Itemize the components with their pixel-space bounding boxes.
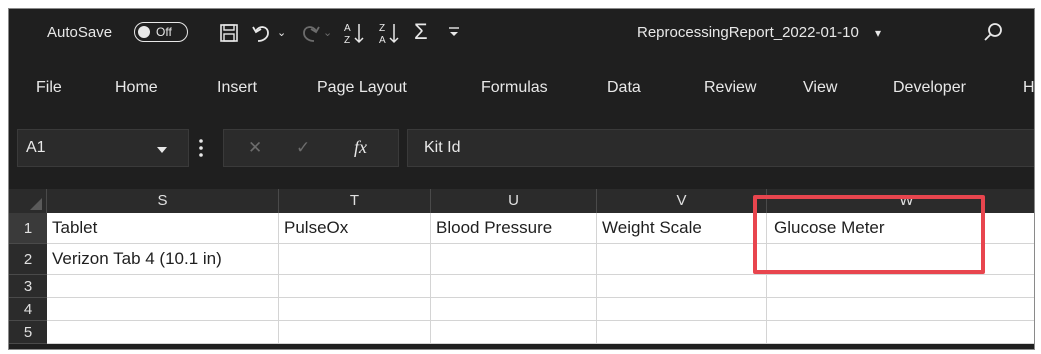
- cell-s1[interactable]: Tablet: [47, 213, 279, 244]
- tab-page-layout[interactable]: Page Layout: [317, 77, 407, 99]
- save-icon[interactable]: [219, 23, 239, 49]
- insert-function-icon[interactable]: fx: [354, 136, 367, 158]
- cell-u3[interactable]: [431, 275, 597, 298]
- column-header-t[interactable]: T: [279, 189, 431, 213]
- cell-w5[interactable]: [767, 321, 1034, 344]
- ribbon-tabs: File Home Insert Page Layout Formulas Da…: [9, 59, 1034, 115]
- tab-file[interactable]: File: [36, 77, 62, 99]
- autosave-toggle[interactable]: Off: [134, 22, 188, 42]
- enter-icon[interactable]: ✓: [296, 137, 310, 159]
- cell-s3[interactable]: [47, 275, 279, 298]
- more-options-icon[interactable]: [198, 137, 204, 164]
- select-all-corner[interactable]: [9, 189, 47, 213]
- tab-review[interactable]: Review: [704, 77, 756, 99]
- tab-developer[interactable]: Developer: [893, 77, 966, 99]
- cell-s5[interactable]: [47, 321, 279, 344]
- undo-icon[interactable]: [251, 22, 273, 50]
- cell-t5[interactable]: [279, 321, 431, 344]
- cell-w4[interactable]: [767, 298, 1034, 321]
- customize-qat-icon[interactable]: [447, 22, 461, 50]
- filename-chevron-icon[interactable]: ▾: [875, 22, 881, 44]
- title-bar: AutoSave Off ⌄ ⌄ AZ ZA Σ ReprocessingRep…: [9, 9, 1034, 59]
- cell-v4[interactable]: [597, 298, 767, 321]
- svg-text:Z: Z: [379, 23, 385, 34]
- row-header-3[interactable]: 3: [9, 275, 47, 298]
- cell-t2[interactable]: [279, 244, 431, 275]
- select-all-triangle-icon: [30, 198, 42, 210]
- cell-w3[interactable]: [767, 275, 1034, 298]
- redo-icon[interactable]: [299, 22, 321, 50]
- cell-t4[interactable]: [279, 298, 431, 321]
- file-name[interactable]: ReprocessingReport_2022-01-10: [637, 22, 859, 44]
- cell-u2[interactable]: [431, 244, 597, 275]
- formula-content: Kit Id: [424, 139, 461, 156]
- svg-text:Z: Z: [344, 35, 350, 45]
- highlight-annotation-box: [753, 195, 985, 274]
- cell-s4[interactable]: [47, 298, 279, 321]
- name-box-value: A1: [26, 139, 46, 156]
- cell-v5[interactable]: [597, 321, 767, 344]
- search-icon[interactable]: [983, 21, 1005, 49]
- row-header-5[interactable]: 5: [9, 321, 47, 344]
- tab-insert[interactable]: Insert: [217, 77, 257, 99]
- autosave-state: Off: [156, 25, 172, 39]
- toggle-knob: [138, 25, 150, 38]
- row-header-1[interactable]: 1: [9, 213, 47, 244]
- formula-input[interactable]: Kit Id: [407, 129, 1034, 167]
- tab-formulas[interactable]: Formulas: [481, 77, 548, 99]
- cell-u5[interactable]: [431, 321, 597, 344]
- cell-v2[interactable]: [597, 244, 767, 275]
- cell-t3[interactable]: [279, 275, 431, 298]
- autosum-icon[interactable]: Σ: [414, 20, 428, 44]
- cell-v3[interactable]: [597, 275, 767, 298]
- cell-u4[interactable]: [431, 298, 597, 321]
- column-header-v[interactable]: V: [597, 189, 767, 213]
- sort-descending-icon[interactable]: ZA: [379, 21, 401, 51]
- cell-s2[interactable]: Verizon Tab 4 (10.1 in): [47, 244, 279, 275]
- undo-dropdown-icon[interactable]: ⌄: [277, 22, 286, 44]
- sort-ascending-icon[interactable]: AZ: [344, 21, 366, 51]
- formula-bar-area: A1 ✕ ✓ fx Kit Id: [9, 115, 1034, 189]
- name-box[interactable]: A1: [17, 129, 189, 167]
- autosave-label: AutoSave: [47, 24, 113, 41]
- cell-v1[interactable]: Weight Scale: [597, 213, 767, 244]
- excel-window: AutoSave Off ⌄ ⌄ AZ ZA Σ ReprocessingRep…: [8, 8, 1035, 350]
- cell-u1[interactable]: Blood Pressure: [431, 213, 597, 244]
- row-header-2[interactable]: 2: [9, 244, 47, 275]
- tab-home-truncated[interactable]: H: [1023, 77, 1034, 99]
- svg-text:A: A: [379, 35, 386, 45]
- redo-dropdown-icon[interactable]: ⌄: [323, 22, 332, 44]
- row-header-4[interactable]: 4: [9, 298, 47, 321]
- column-header-u[interactable]: U: [431, 189, 597, 213]
- cell-t1[interactable]: PulseOx: [279, 213, 431, 244]
- cancel-icon[interactable]: ✕: [248, 137, 262, 159]
- tab-home[interactable]: Home: [115, 77, 158, 99]
- column-header-s[interactable]: S: [47, 189, 279, 213]
- svg-text:A: A: [344, 23, 351, 34]
- name-box-dropdown-icon[interactable]: [156, 142, 168, 160]
- tab-data[interactable]: Data: [607, 77, 641, 99]
- tab-view[interactable]: View: [803, 77, 837, 99]
- formula-buttons: ✕ ✓ fx: [223, 129, 399, 167]
